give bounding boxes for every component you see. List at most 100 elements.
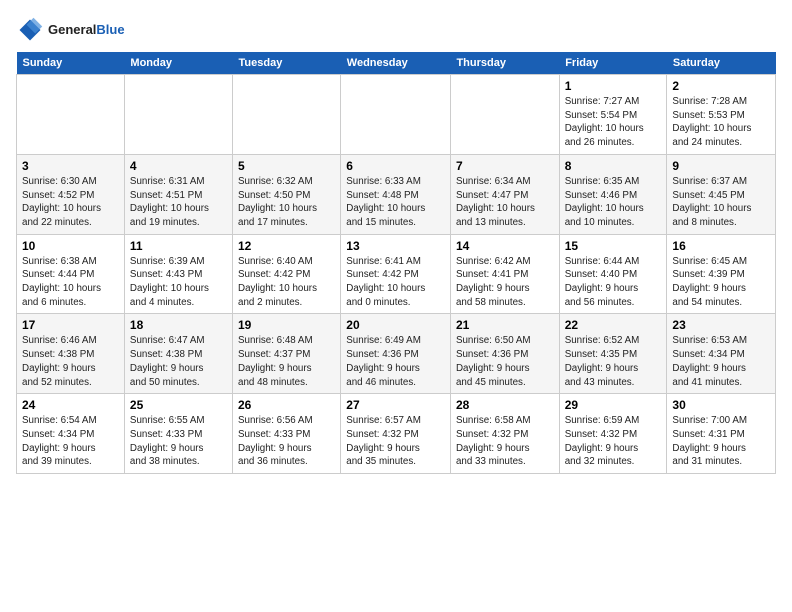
day-cell: 19Sunrise: 6:48 AM Sunset: 4:37 PM Dayli… bbox=[233, 314, 341, 394]
day-number: 17 bbox=[22, 318, 119, 332]
day-info: Sunrise: 6:34 AM Sunset: 4:47 PM Dayligh… bbox=[456, 175, 554, 230]
day-cell: 2 Sunrise: 7:28 AM Sunset: 5:53 PM Daylig… bbox=[667, 75, 776, 155]
day-number: 18 bbox=[130, 318, 227, 332]
day-number: 16 bbox=[672, 239, 770, 253]
day-number: 7 bbox=[456, 159, 554, 173]
week-row-1: 1 Sunrise: 7:27 AM Sunset: 5:54 PM Daylig… bbox=[17, 75, 776, 155]
day-info: Sunrise: 7:28 AM Sunset: 5:53 PM Dayligh… bbox=[672, 95, 770, 150]
day-number: 30 bbox=[672, 398, 770, 412]
col-header-thursday: Thursday bbox=[450, 52, 559, 75]
day-info: Sunrise: 6:57 AM Sunset: 4:32 PM Dayligh… bbox=[346, 414, 445, 469]
day-number: 4 bbox=[130, 159, 227, 173]
day-info: Sunrise: 6:31 AM Sunset: 4:51 PM Dayligh… bbox=[130, 175, 227, 230]
day-number: 28 bbox=[456, 398, 554, 412]
day-info: Sunrise: 6:53 AM Sunset: 4:34 PM Dayligh… bbox=[672, 334, 770, 389]
day-cell: 30Sunrise: 7:00 AM Sunset: 4:31 PM Dayli… bbox=[667, 394, 776, 474]
day-cell: 4 Sunrise: 6:31 AM Sunset: 4:51 PM Daylig… bbox=[124, 154, 232, 234]
day-info: Sunrise: 6:49 AM Sunset: 4:36 PM Dayligh… bbox=[346, 334, 445, 389]
day-number: 3 bbox=[22, 159, 119, 173]
day-number: 20 bbox=[346, 318, 445, 332]
day-cell: 10 Sunrise: 6:38 AM Sunset: 4:44 PM Dayli… bbox=[17, 234, 125, 314]
day-number: 26 bbox=[238, 398, 335, 412]
day-info: Sunrise: 6:56 AM Sunset: 4:33 PM Dayligh… bbox=[238, 414, 335, 469]
day-cell: 12 Sunrise: 6:40 AM Sunset: 4:42 PM Dayli… bbox=[233, 234, 341, 314]
day-cell bbox=[233, 75, 341, 155]
day-number: 1 bbox=[565, 79, 662, 93]
day-number: 29 bbox=[565, 398, 662, 412]
day-info: Sunrise: 6:52 AM Sunset: 4:35 PM Dayligh… bbox=[565, 334, 662, 389]
day-info: Sunrise: 6:44 AM Sunset: 4:40 PM Dayligh… bbox=[565, 255, 662, 310]
page: GeneralBlue SundayMondayTuesdayWednesday… bbox=[0, 0, 792, 482]
day-cell: 29 Sunrise: 6:59 AM Sunset: 4:32 PM Dayli… bbox=[559, 394, 667, 474]
col-header-friday: Friday bbox=[559, 52, 667, 75]
day-info: Sunrise: 6:59 AM Sunset: 4:32 PM Dayligh… bbox=[565, 414, 662, 469]
day-cell: 20 Sunrise: 6:49 AM Sunset: 4:36 PM Dayli… bbox=[341, 314, 451, 394]
day-info: Sunrise: 6:38 AM Sunset: 4:44 PM Dayligh… bbox=[22, 255, 119, 310]
day-cell: 18 Sunrise: 6:47 AM Sunset: 4:38 PM Dayli… bbox=[124, 314, 232, 394]
header: GeneralBlue bbox=[16, 16, 776, 44]
col-header-tuesday: Tuesday bbox=[233, 52, 341, 75]
day-number: 5 bbox=[238, 159, 335, 173]
day-cell: 28Sunrise: 6:58 AM Sunset: 4:32 PM Dayli… bbox=[450, 394, 559, 474]
day-cell: 25Sunrise: 6:55 AM Sunset: 4:33 PM Dayli… bbox=[124, 394, 232, 474]
week-row-2: 3 Sunrise: 6:30 AM Sunset: 4:52 PM Daylig… bbox=[17, 154, 776, 234]
day-info: Sunrise: 6:48 AM Sunset: 4:37 PM Dayligh… bbox=[238, 334, 335, 389]
day-cell: 24 Sunrise: 6:54 AM Sunset: 4:34 PM Dayli… bbox=[17, 394, 125, 474]
day-cell: 13Sunrise: 6:41 AM Sunset: 4:42 PM Dayli… bbox=[341, 234, 451, 314]
day-cell bbox=[17, 75, 125, 155]
day-number: 22 bbox=[565, 318, 662, 332]
day-cell: 1 Sunrise: 7:27 AM Sunset: 5:54 PM Daylig… bbox=[559, 75, 667, 155]
day-number: 9 bbox=[672, 159, 770, 173]
day-number: 10 bbox=[22, 239, 119, 253]
day-cell: 14 Sunrise: 6:42 AM Sunset: 4:41 PM Dayli… bbox=[450, 234, 559, 314]
day-cell: 17 Sunrise: 6:46 AM Sunset: 4:38 PM Dayli… bbox=[17, 314, 125, 394]
day-number: 8 bbox=[565, 159, 662, 173]
day-number: 23 bbox=[672, 318, 770, 332]
day-cell: 23 Sunrise: 6:53 AM Sunset: 4:34 PM Dayli… bbox=[667, 314, 776, 394]
day-number: 6 bbox=[346, 159, 445, 173]
week-row-4: 17 Sunrise: 6:46 AM Sunset: 4:38 PM Dayli… bbox=[17, 314, 776, 394]
day-number: 25 bbox=[130, 398, 227, 412]
day-number: 15 bbox=[565, 239, 662, 253]
day-cell: 26 Sunrise: 6:56 AM Sunset: 4:33 PM Dayli… bbox=[233, 394, 341, 474]
day-cell: 16 Sunrise: 6:45 AM Sunset: 4:39 PM Dayli… bbox=[667, 234, 776, 314]
day-cell: 21 Sunrise: 6:50 AM Sunset: 4:36 PM Dayli… bbox=[450, 314, 559, 394]
col-header-sunday: Sunday bbox=[17, 52, 125, 75]
day-cell: 3 Sunrise: 6:30 AM Sunset: 4:52 PM Daylig… bbox=[17, 154, 125, 234]
day-cell: 22 Sunrise: 6:52 AM Sunset: 4:35 PM Dayli… bbox=[559, 314, 667, 394]
day-info: Sunrise: 6:30 AM Sunset: 4:52 PM Dayligh… bbox=[22, 175, 119, 230]
day-info: Sunrise: 6:37 AM Sunset: 4:45 PM Dayligh… bbox=[672, 175, 770, 230]
day-info: Sunrise: 6:54 AM Sunset: 4:34 PM Dayligh… bbox=[22, 414, 119, 469]
day-info: Sunrise: 6:35 AM Sunset: 4:46 PM Dayligh… bbox=[565, 175, 662, 230]
day-cell bbox=[341, 75, 451, 155]
calendar-table: SundayMondayTuesdayWednesdayThursdayFrid… bbox=[16, 52, 776, 474]
day-info: Sunrise: 6:46 AM Sunset: 4:38 PM Dayligh… bbox=[22, 334, 119, 389]
day-cell: 8 Sunrise: 6:35 AM Sunset: 4:46 PM Daylig… bbox=[559, 154, 667, 234]
day-info: Sunrise: 6:40 AM Sunset: 4:42 PM Dayligh… bbox=[238, 255, 335, 310]
day-number: 11 bbox=[130, 239, 227, 253]
day-info: Sunrise: 6:39 AM Sunset: 4:43 PM Dayligh… bbox=[130, 255, 227, 310]
day-info: Sunrise: 6:47 AM Sunset: 4:38 PM Dayligh… bbox=[130, 334, 227, 389]
col-header-monday: Monday bbox=[124, 52, 232, 75]
day-number: 12 bbox=[238, 239, 335, 253]
logo-icon bbox=[16, 16, 44, 44]
day-number: 13 bbox=[346, 239, 445, 253]
day-number: 14 bbox=[456, 239, 554, 253]
day-info: Sunrise: 6:45 AM Sunset: 4:39 PM Dayligh… bbox=[672, 255, 770, 310]
day-cell: 27Sunrise: 6:57 AM Sunset: 4:32 PM Dayli… bbox=[341, 394, 451, 474]
day-cell bbox=[450, 75, 559, 155]
day-cell: 5 Sunrise: 6:32 AM Sunset: 4:50 PM Daylig… bbox=[233, 154, 341, 234]
day-cell: 7 Sunrise: 6:34 AM Sunset: 4:47 PM Daylig… bbox=[450, 154, 559, 234]
day-info: Sunrise: 6:50 AM Sunset: 4:36 PM Dayligh… bbox=[456, 334, 554, 389]
day-number: 2 bbox=[672, 79, 770, 93]
day-cell: 9 Sunrise: 6:37 AM Sunset: 4:45 PM Daylig… bbox=[667, 154, 776, 234]
day-number: 21 bbox=[456, 318, 554, 332]
day-number: 24 bbox=[22, 398, 119, 412]
day-info: Sunrise: 6:42 AM Sunset: 4:41 PM Dayligh… bbox=[456, 255, 554, 310]
day-info: Sunrise: 6:32 AM Sunset: 4:50 PM Dayligh… bbox=[238, 175, 335, 230]
col-header-saturday: Saturday bbox=[667, 52, 776, 75]
day-cell: 11 Sunrise: 6:39 AM Sunset: 4:43 PM Dayli… bbox=[124, 234, 232, 314]
day-info: Sunrise: 7:27 AM Sunset: 5:54 PM Dayligh… bbox=[565, 95, 662, 150]
day-cell: 6Sunrise: 6:33 AM Sunset: 4:48 PM Daylig… bbox=[341, 154, 451, 234]
week-row-5: 24 Sunrise: 6:54 AM Sunset: 4:34 PM Dayli… bbox=[17, 394, 776, 474]
